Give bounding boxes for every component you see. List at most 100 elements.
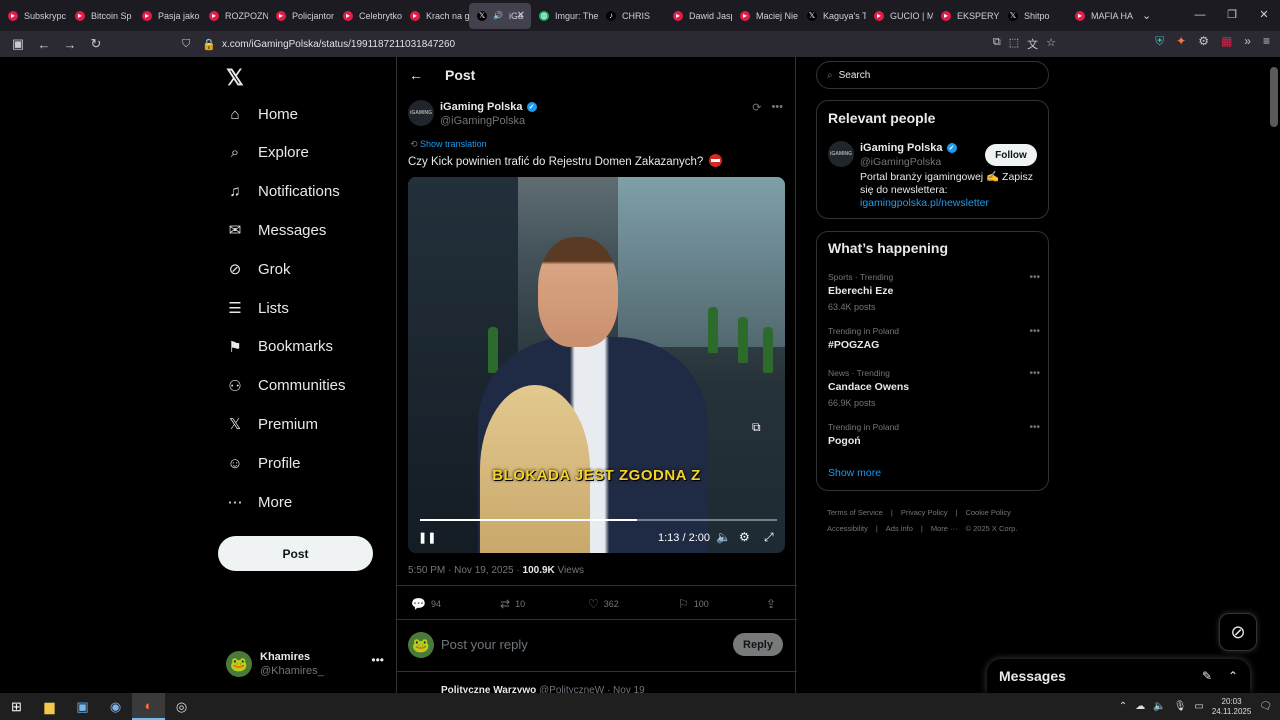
sidebar-toggle-icon[interactable]: ▣ [6, 32, 30, 56]
lock-icon[interactable]: 🔒 [202, 38, 216, 51]
account-switcher[interactable]: 🐸 Khamires @Khamires_ ••• [226, 649, 386, 679]
notifications-badge-icon[interactable]: ▦ [1221, 34, 1232, 49]
grok-explain-icon[interactable]: ⟳ [752, 101, 761, 114]
file-explorer-icon[interactable]: ▆ [33, 693, 66, 720]
reply-button[interactable]: Reply [733, 633, 783, 656]
speaker-icon[interactable]: 🔈 [1153, 701, 1165, 712]
forward-icon[interactable]: → [58, 32, 82, 56]
x-logo-icon[interactable]: 𝕏 [226, 65, 244, 91]
browser-tab[interactable]: ▸ Krach na g [402, 3, 469, 29]
browser-tab[interactable]: ▸ MAFIA HA [1067, 3, 1134, 29]
footer-link[interactable]: Privacy Policy [901, 508, 948, 517]
post-timestamp[interactable]: 5:50 PM · Nov 19, 2025 · [408, 565, 523, 576]
display-app-icon[interactable]: ▣ [66, 693, 99, 720]
nav-item-notifications[interactable]: ♫ Notifications [226, 183, 339, 201]
browser-tab[interactable]: ▸ ROZPOZN [201, 3, 268, 29]
bookmark-star-icon[interactable]: ☆ [1046, 36, 1056, 52]
reload-icon[interactable]: ↻ [84, 32, 108, 56]
browser-tab[interactable]: ◍ Imgur: The [531, 3, 598, 29]
notification-center-icon[interactable]: 🗨 [1259, 701, 1272, 712]
pause-icon[interactable]: ❚❚ [418, 531, 436, 544]
follow-button[interactable]: Follow [985, 144, 1037, 166]
tray-chevron-icon[interactable]: ⌃ [1119, 701, 1127, 712]
nav-item-premium[interactable]: 𝕏 Premium [226, 415, 318, 434]
nav-item-more[interactable]: ⋯ More [226, 493, 293, 512]
show-translation-label[interactable]: Show translation [420, 139, 487, 149]
picture-in-picture-icon[interactable]: ⧉ [993, 36, 1001, 52]
trend-name[interactable]: #POGZAG [828, 339, 1040, 351]
clock[interactable]: 20:03 24.11.2025 [1212, 697, 1251, 717]
fullscreen-icon[interactable]: ⤢ [764, 530, 774, 545]
windows-start-icon[interactable]: ⊞ [0, 693, 33, 720]
network-icon[interactable]: ▭ [1194, 701, 1203, 712]
expand-up-icon[interactable]: ⌃ [1228, 669, 1238, 683]
translate-icon[interactable]: 文 [1027, 36, 1038, 52]
nav-item-explore[interactable]: ⌕ Explore [226, 144, 309, 162]
back-arrow-icon[interactable]: ← [409, 67, 423, 83]
menu-icon[interactable]: ≡ [1263, 34, 1270, 49]
vpn-shield-icon[interactable]: ⛨ [1155, 34, 1164, 49]
browser-tab[interactable]: ▸ Subskrypc [0, 3, 67, 29]
browser-tab[interactable]: ▸ GUCIO | M [866, 3, 933, 29]
author-handle[interactable]: @iGamingPolska [440, 115, 525, 127]
browser-tab[interactable]: ▸ Pasja jako [134, 3, 201, 29]
author-name-text[interactable]: iGaming Polska [440, 101, 523, 113]
volume-icon[interactable]: 🔈 [716, 530, 731, 544]
trend-item[interactable]: Sports · Trending Eberechi Eze 63.4K posts… [828, 272, 1040, 312]
show-more-link[interactable]: Show more [828, 467, 881, 479]
trend-item[interactable]: Trending in Poland Pogoń ••• [828, 422, 1040, 447]
footer-link[interactable]: More ··· [931, 524, 958, 533]
back-icon[interactable]: ← [32, 32, 56, 56]
next-reply-name[interactable]: Polityczne Warzywo [441, 685, 536, 693]
grok-button[interactable]: ⊘ [1219, 613, 1257, 651]
author-name[interactable]: iGaming Polska ✓ [440, 101, 537, 113]
steam-icon[interactable]: ◉ [99, 693, 132, 720]
footer-link[interactable]: Terms of Service [827, 508, 883, 517]
new-message-icon[interactable]: ✎ [1202, 669, 1212, 683]
microphone-icon[interactable]: 🎙 [1174, 701, 1187, 712]
screenshot-icon[interactable]: ⬚ [1009, 36, 1019, 52]
post-more-icon[interactable]: ••• [771, 101, 783, 114]
person-name[interactable]: iGaming Polska ✓ [860, 142, 957, 154]
trend-more-icon[interactable]: ••• [1029, 422, 1040, 433]
browser-tab[interactable]: 𝕏 🔊 iGa ✕ [469, 2, 531, 29]
trend-name[interactable]: Eberechi Eze [828, 285, 1040, 297]
nav-item-communities[interactable]: ⚇ Communities [226, 377, 345, 395]
minimize-icon[interactable]: — [1184, 0, 1216, 31]
browser-tab[interactable]: ▸ Celebrytko [335, 3, 402, 29]
show-translation-link[interactable]: ⟲ Show translation [410, 139, 487, 150]
browser-tab[interactable]: ▸ Maciej Nie [732, 3, 799, 29]
nav-item-lists[interactable]: ☰ Lists [226, 299, 289, 318]
trend-more-icon[interactable]: ••• [1029, 326, 1040, 337]
nav-item-grok[interactable]: ⊘ Grok [226, 260, 291, 279]
search-box[interactable]: ⌕ Search [816, 61, 1049, 89]
extensions-icon[interactable]: ⚙ [1198, 34, 1209, 49]
video-progress-bar[interactable] [420, 519, 777, 521]
share-action[interactable]: ⇪ [766, 597, 776, 611]
nav-item-home[interactable]: ⌂ Home [226, 105, 298, 123]
firefox-icon[interactable]: ◐ [132, 693, 165, 720]
repost-action[interactable]: ⇄ 10 [500, 597, 525, 611]
reply-input[interactable]: Post your reply [441, 637, 528, 652]
author-avatar[interactable]: iGAMING [408, 100, 434, 126]
obs-icon[interactable]: ◎ [165, 693, 198, 720]
url-bar[interactable]: ⛉ 🔒 x.com/iGamingPolska/status/199118721… [176, 33, 1056, 55]
reply-action[interactable]: 💬 94 [411, 597, 441, 611]
footer-link[interactable]: © 2025 X Corp. [966, 524, 1018, 533]
close-tab-icon[interactable]: ✕ [517, 10, 525, 21]
audio-playing-icon[interactable]: 🔊 [493, 11, 503, 20]
pip-icon[interactable]: ⧉ [752, 420, 761, 435]
tab-list-chevron-icon[interactable]: ⌄ [1142, 9, 1151, 22]
url-text[interactable]: x.com/iGamingPolska/status/1991187211031… [222, 39, 455, 50]
browser-tab[interactable]: ▸ Dawid Jasp [665, 3, 732, 29]
nav-item-messages[interactable]: ✉ Messages [226, 221, 327, 240]
browser-tab[interactable]: ♪ CHRIS [598, 3, 665, 29]
browser-tab[interactable]: ▸ EKSPERYM [933, 3, 1000, 29]
more-dots-icon[interactable]: ••• [371, 653, 384, 667]
footer-link[interactable]: Accessibility [827, 524, 868, 533]
cloud-icon[interactable]: ☁ [1135, 701, 1145, 712]
person-handle[interactable]: @iGamingPolska [860, 156, 941, 168]
settings-gear-icon[interactable]: ⚙ [739, 530, 750, 544]
nav-item-profile[interactable]: ☺ Profile [226, 454, 300, 472]
bookmark-action[interactable]: ⚐ 100 [678, 597, 709, 611]
